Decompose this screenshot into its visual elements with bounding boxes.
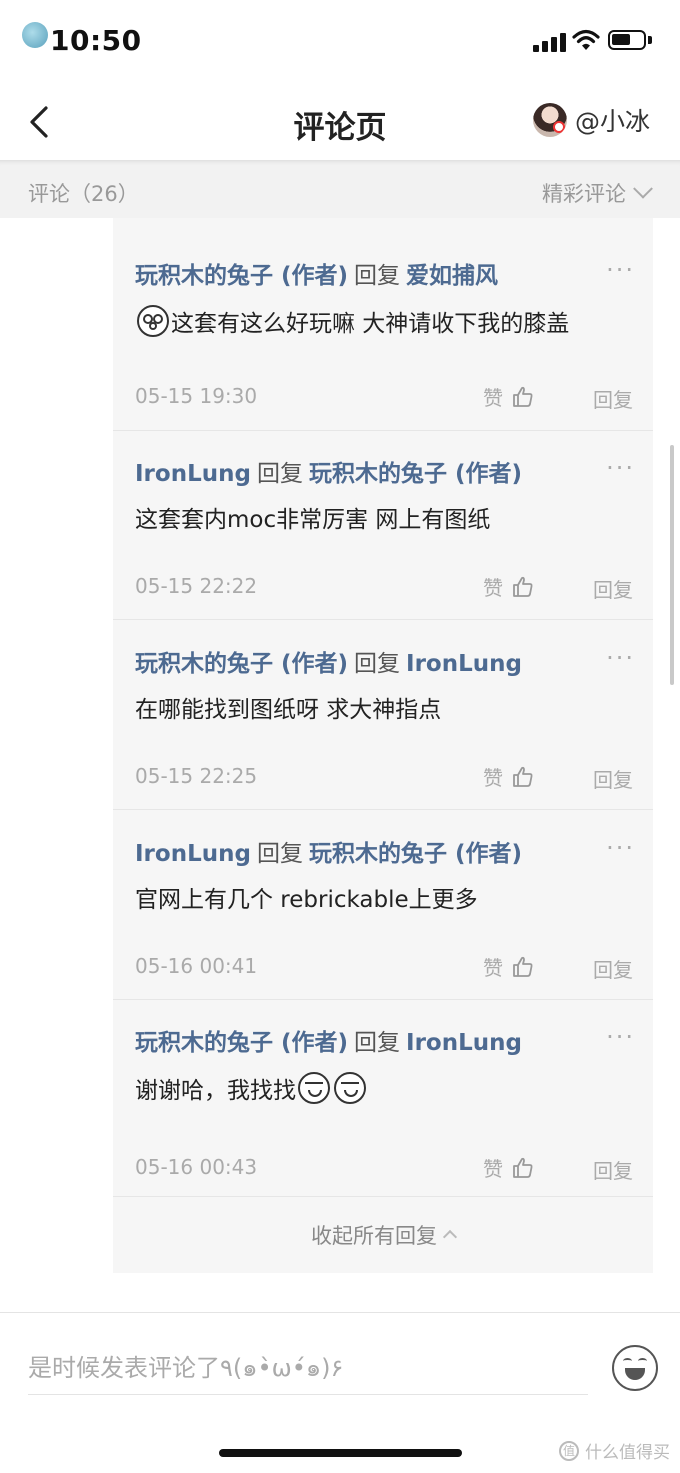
divider	[113, 619, 653, 620]
reply-author[interactable]: 玩积木的兔子 (作者)	[135, 1030, 348, 1056]
watermark: 值 什么值得买	[559, 1438, 670, 1463]
divider	[113, 999, 653, 1000]
collapse-label[interactable]: 收起所有回复	[311, 1224, 437, 1248]
chevron-up-icon[interactable]	[442, 1229, 458, 1245]
wifi-icon	[572, 29, 600, 50]
reply-verb: 回复	[256, 841, 303, 867]
reply-author[interactable]: 玩积木的兔子 (作者)	[135, 263, 348, 289]
battery-icon	[608, 30, 646, 50]
watermark-logo-icon: 值	[559, 1440, 579, 1461]
reply-verb: 回复	[354, 263, 401, 289]
reply-button[interactable]: 回复	[593, 384, 633, 413]
reply-verb: 回复	[256, 461, 303, 487]
reply-button[interactable]: 回复	[593, 764, 633, 793]
like-label[interactable]: 赞	[483, 952, 503, 981]
user-badge[interactable]: @小冰	[532, 102, 650, 138]
reply-target[interactable]: IronLung	[406, 1030, 522, 1056]
comment-input[interactable]	[28, 1341, 588, 1395]
reply-thread: 玩积木的兔子 (作者) 回复 爱如捕风 ··· 这套有这么好玩嘛 大神请收下我的膝盖…	[113, 218, 653, 1273]
nav-bar: 评论页 @小冰	[0, 84, 680, 160]
comment-count: 评论（26）	[28, 182, 139, 206]
reply-target[interactable]: 爱如捕风	[406, 263, 498, 289]
like-button[interactable]: 赞	[483, 952, 535, 981]
more-options-button[interactable]: ···	[606, 644, 635, 672]
divider	[113, 809, 653, 810]
divider	[113, 1196, 653, 1197]
reply-header: 玩积木的兔子 (作者) 回复 IronLung	[135, 1023, 522, 1057]
like-label[interactable]: 赞	[483, 1153, 503, 1182]
more-options-button[interactable]: ···	[606, 1023, 635, 1051]
status-time: 10:50	[50, 24, 142, 57]
like-label[interactable]: 赞	[483, 572, 503, 601]
shocked-face-emoji-icon	[137, 305, 169, 337]
reply-verb: 回复	[354, 651, 401, 677]
like-button[interactable]: 赞	[483, 572, 535, 601]
reply-button[interactable]: 回复	[593, 954, 633, 983]
reply-header: IronLung 回复 玩积木的兔子 (作者)	[135, 834, 522, 868]
battery-nub	[648, 36, 652, 44]
sort-label[interactable]: 精彩评论	[542, 178, 626, 208]
reply-author[interactable]: IronLung	[135, 461, 251, 487]
reply-header: 玩积木的兔子 (作者) 回复 IronLung	[135, 644, 522, 678]
reply-verb: 回复	[354, 1030, 401, 1056]
reply-target[interactable]: 玩积木的兔子 (作者)	[309, 841, 522, 867]
thumbs-up-icon[interactable]	[511, 575, 535, 599]
like-label[interactable]: 赞	[483, 382, 503, 411]
reply-text: 官网上有几个 rebrickable上更多	[135, 887, 478, 913]
emoji-button[interactable]	[612, 1345, 658, 1391]
reply-text: 这套有这么好玩嘛 大神请收下我的膝盖	[171, 311, 570, 337]
like-button[interactable]: 赞	[483, 1153, 535, 1182]
reply-target[interactable]: 玩积木的兔子 (作者)	[309, 461, 522, 487]
reply-target[interactable]: IronLung	[406, 651, 522, 677]
app-logo-icon	[22, 22, 48, 48]
signal-icon	[533, 30, 567, 52]
reply-text: 谢谢哈，我找找	[135, 1078, 296, 1104]
collapse-replies-button[interactable]: 收起所有回复	[113, 1220, 653, 1250]
reply-author[interactable]: 玩积木的兔子 (作者)	[135, 651, 348, 677]
reply-time: 05-15 22:22	[135, 574, 258, 598]
reply-time: 05-15 19:30	[135, 384, 258, 408]
reply-button[interactable]: 回复	[593, 574, 633, 603]
watermark-text: 什么值得买	[585, 1443, 670, 1463]
reply-text: 在哪能找到图纸呀 求大神指点	[135, 697, 442, 723]
reply-text-row: 这套有这么好玩嘛 大神请收下我的膝盖	[135, 304, 569, 338]
sort-select[interactable]: 精彩评论	[542, 178, 653, 208]
like-button[interactable]: 赞	[483, 382, 535, 411]
reply-button[interactable]: 回复	[593, 1155, 633, 1184]
more-options-button[interactable]: ···	[606, 454, 635, 482]
reply-time: 05-15 22:25	[135, 764, 258, 788]
more-options-button[interactable]: ···	[606, 834, 635, 862]
thumbs-up-icon[interactable]	[511, 955, 535, 979]
scrollbar[interactable]	[670, 445, 674, 685]
reply-time: 05-16 00:43	[135, 1155, 258, 1179]
user-name[interactable]: @小冰	[575, 102, 650, 138]
like-button[interactable]: 赞	[483, 762, 535, 791]
reply-author[interactable]: IronLung	[135, 841, 251, 867]
home-indicator	[219, 1449, 462, 1457]
reply-header: 玩积木的兔子 (作者) 回复 爱如捕风	[135, 256, 498, 290]
smirk-face-emoji-icon	[298, 1072, 330, 1104]
live-dot-icon	[552, 121, 565, 133]
like-label[interactable]: 赞	[483, 762, 503, 791]
reply-time: 05-16 00:41	[135, 954, 258, 978]
status-bar: 10:50	[0, 0, 680, 84]
chevron-down-icon[interactable]	[633, 178, 653, 199]
smirk-face-emoji-icon	[334, 1072, 366, 1104]
comments-section-bar: 评论（26） 精彩评论	[0, 160, 680, 218]
thumbs-up-icon[interactable]	[511, 1156, 535, 1180]
reply-text-row: 谢谢哈，我找找	[135, 1071, 368, 1105]
avatar[interactable]	[532, 103, 567, 137]
thumbs-up-icon[interactable]	[511, 765, 535, 789]
reply-header: IronLung 回复 玩积木的兔子 (作者)	[135, 454, 522, 488]
divider	[113, 430, 653, 431]
thumbs-up-icon[interactable]	[511, 385, 535, 409]
reply-text: 这套套内moc非常厉害 网上有图纸	[135, 507, 491, 533]
more-options-button[interactable]: ···	[606, 256, 635, 284]
